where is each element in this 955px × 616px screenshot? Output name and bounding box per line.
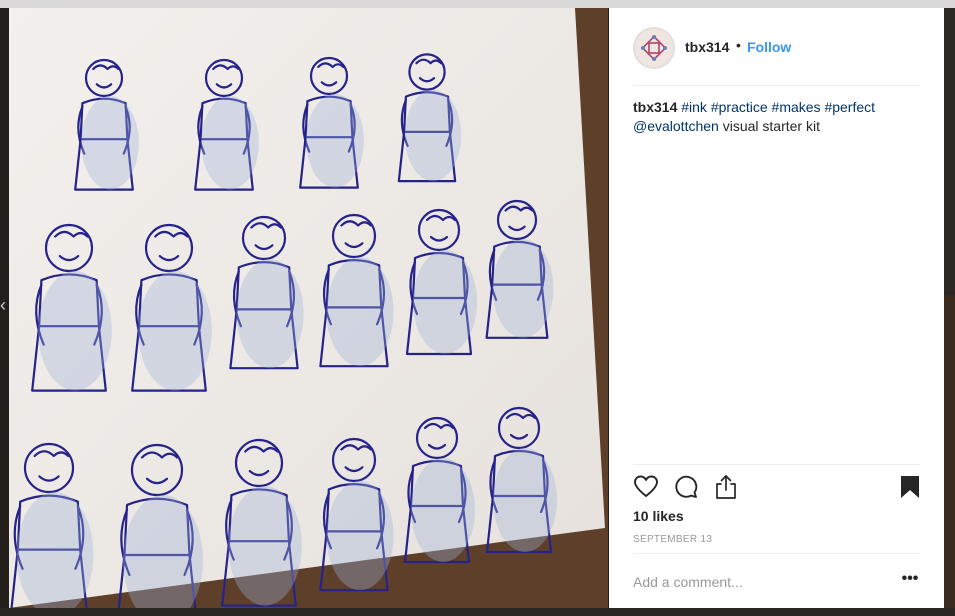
post-panel: tbx314 • Follow tbx314 #ink #practice #m…: [609, 8, 944, 608]
hashtag-link[interactable]: #practice: [711, 99, 768, 115]
comment-input[interactable]: [633, 572, 893, 592]
chevron-left-icon[interactable]: ‹: [0, 293, 10, 317]
follow-button[interactable]: Follow: [747, 39, 791, 55]
post-image: [9, 8, 608, 608]
post-header: tbx314 • Follow: [609, 8, 944, 86]
mention-link[interactable]: @evalottchen: [633, 118, 719, 134]
caption-username[interactable]: tbx314: [633, 99, 677, 115]
right-backdrop: [944, 8, 955, 608]
comment-divider: [633, 553, 920, 554]
avatar[interactable]: [633, 27, 675, 69]
header-divider: [633, 85, 920, 86]
bottom-strip: [0, 608, 955, 616]
top-strip: [0, 0, 955, 8]
comment-bubble-icon[interactable]: [673, 474, 699, 500]
hashtag-link[interactable]: #ink: [681, 99, 707, 115]
more-options-button[interactable]: •••: [899, 570, 921, 590]
heart-icon[interactable]: [633, 474, 659, 500]
avatar-pattern-icon: [635, 29, 673, 67]
likes-count[interactable]: 10 likes: [633, 508, 684, 524]
bookmark-icon[interactable]: [897, 474, 923, 500]
hashtag-link[interactable]: #makes: [772, 99, 821, 115]
hashtag-link[interactable]: #perfect: [824, 99, 875, 115]
share-icon[interactable]: [713, 474, 739, 500]
ink-drawing-photo: [9, 8, 608, 608]
post-caption: tbx314 #ink #practice #makes #perfect @e…: [633, 98, 923, 136]
caption-text: visual starter kit: [722, 118, 820, 134]
action-bar: [633, 474, 920, 504]
actions-divider: [633, 464, 920, 465]
post-date[interactable]: SEPTEMBER 13: [633, 534, 712, 545]
post-username[interactable]: tbx314: [685, 39, 729, 55]
separator-dot: •: [736, 37, 741, 53]
